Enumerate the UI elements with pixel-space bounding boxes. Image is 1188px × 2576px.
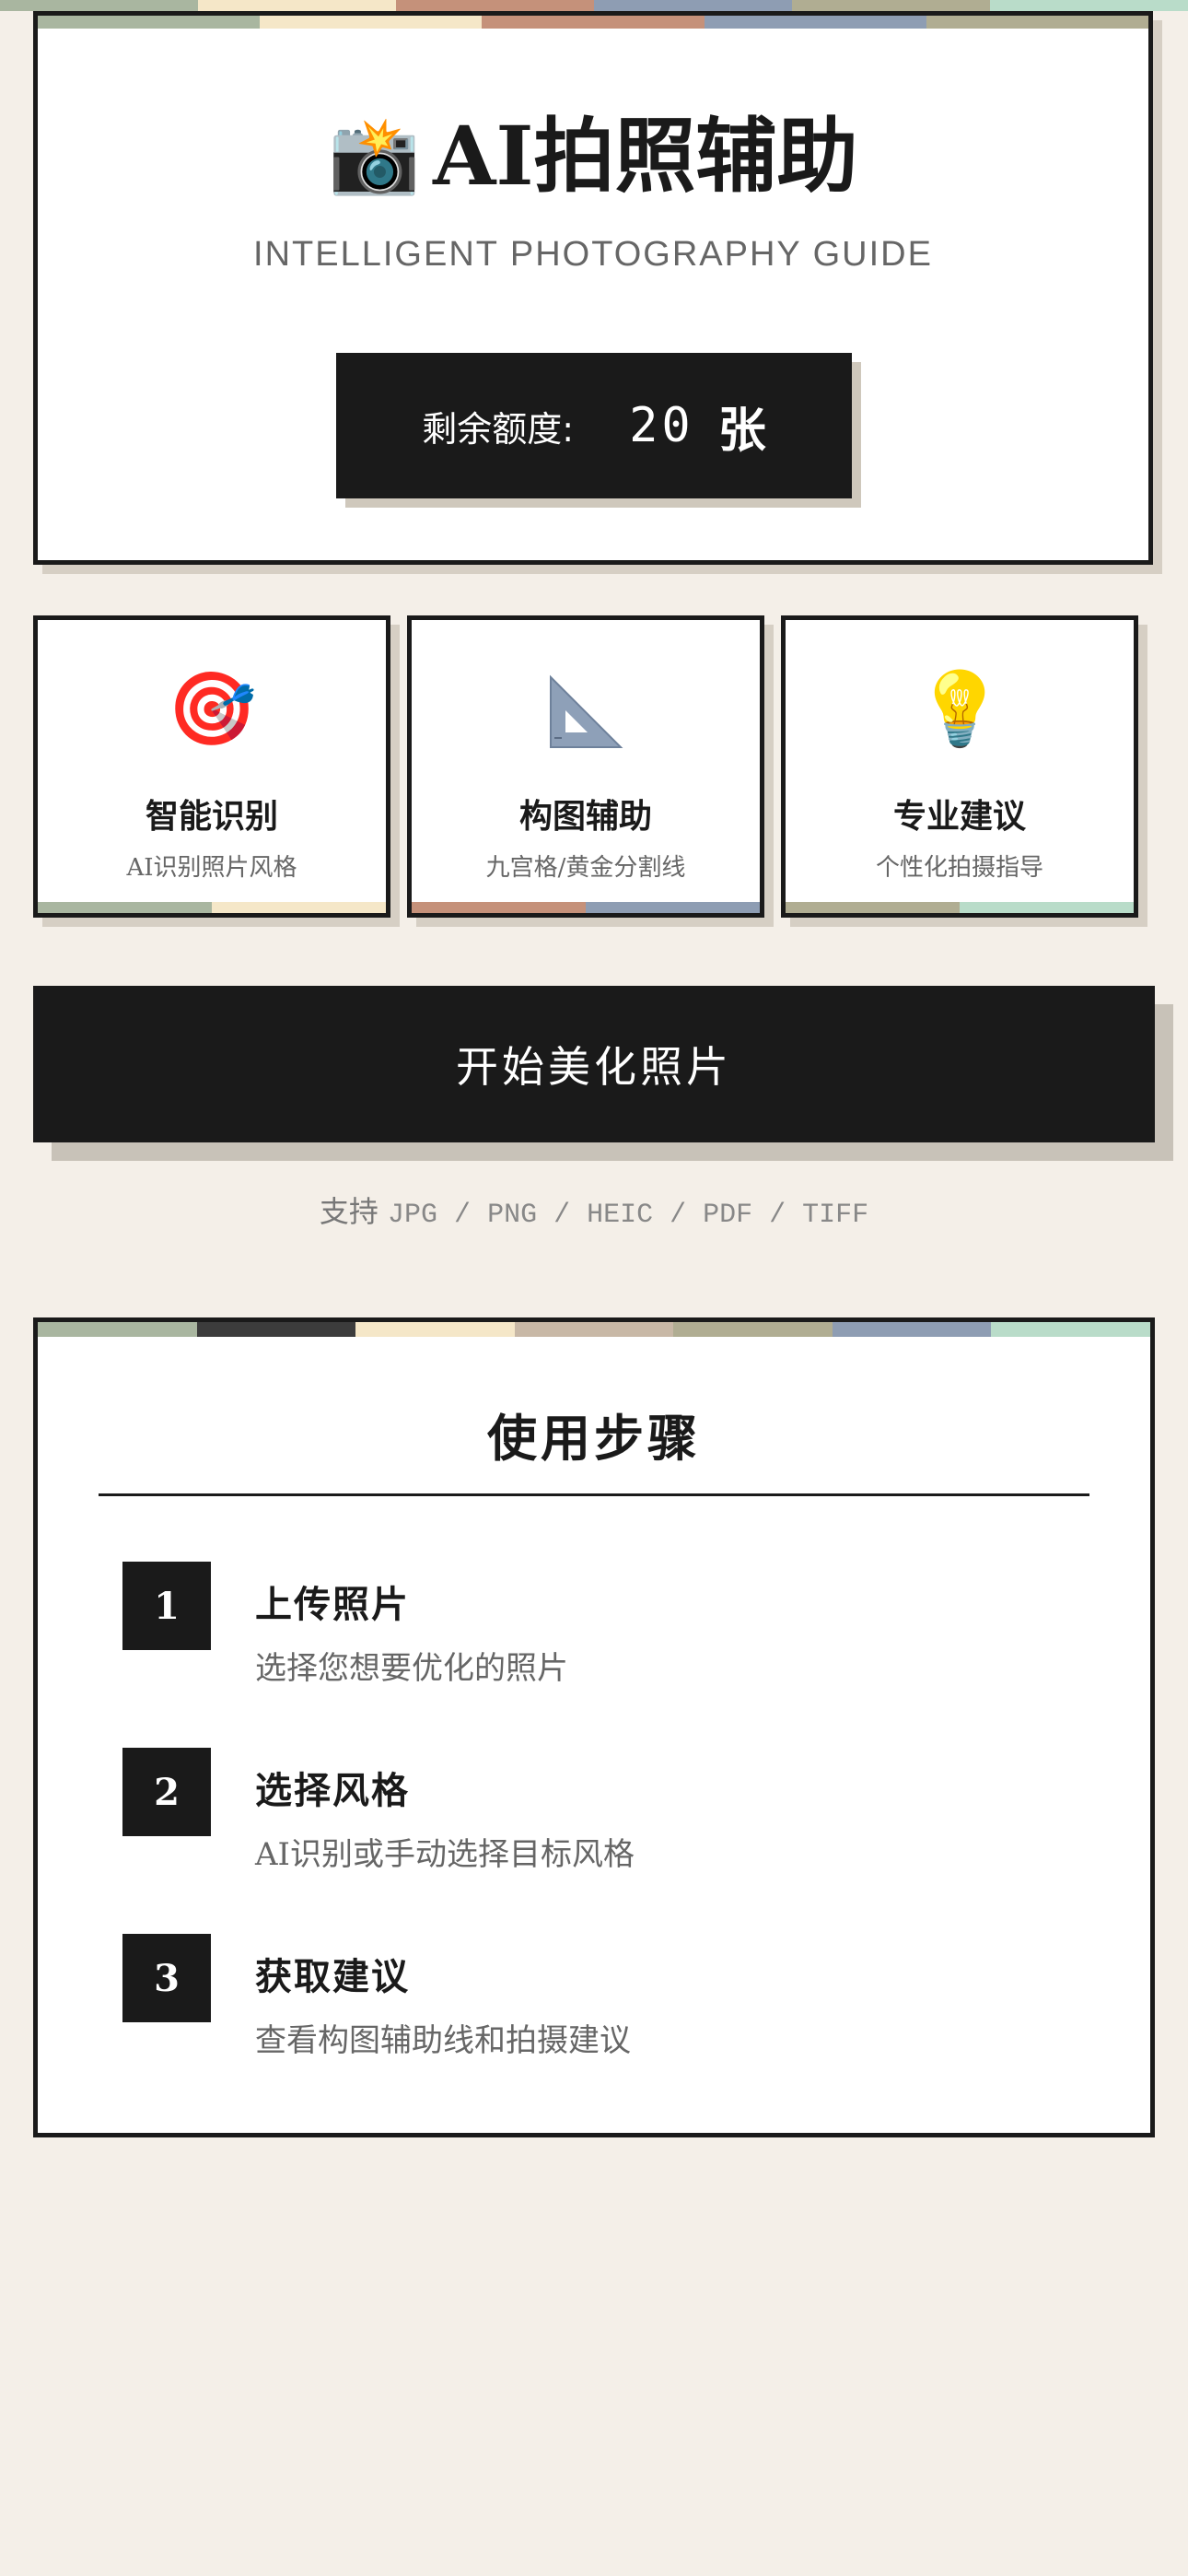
quota-unit: 张 [717, 403, 766, 459]
feature-card-pro-advice: 💡 专业建议 个性化拍摄指导 [781, 615, 1138, 918]
triangle-ruler-icon [412, 673, 760, 763]
step-title: 选择风格 [255, 1770, 410, 1812]
feature-card-composition: 构图辅助 九宫格/黄金分割线 [407, 615, 764, 918]
step-item: 1 上传照片 选择您想要优化的照片 [122, 1562, 1043, 1709]
feature-title: 专业建议 [892, 798, 1026, 836]
quota-label: 剩余额度: [422, 408, 575, 450]
quota-value: 20 [629, 398, 694, 453]
step-desc: AI识别或手动选择目标风格 [255, 1836, 635, 1873]
feature-title: 构图辅助 [518, 798, 652, 836]
format-list: JPG / PNG / HEIC / PDF / TIFF [388, 1200, 869, 1231]
light-bulb-icon: 💡 [914, 668, 1005, 751]
support-label: 支持 [319, 1194, 379, 1229]
feature-desc: AI识别照片风格 [126, 854, 297, 882]
step-desc: 选择您想要优化的照片 [255, 1650, 568, 1687]
divider [99, 1493, 1089, 1496]
start-beautify-button[interactable]: 开始美化照片 [33, 986, 1155, 1142]
step-title: 获取建议 [255, 1956, 410, 1998]
hero-color-stripe [38, 16, 1149, 29]
step-title: 上传照片 [255, 1584, 410, 1626]
app-subtitle: INTELLIGENT PHOTOGRAPHY GUIDE [253, 235, 933, 274]
feature-card-smart-recognition: 🎯 智能识别 AI识别照片风格 [33, 615, 390, 918]
step-item: 2 选择风格 AI识别或手动选择目标风格 [122, 1748, 1043, 1895]
page-title: 📸 AI拍照辅助 [38, 115, 1148, 196]
camera-flash-icon: 📸 [328, 111, 421, 198]
supported-formats: 支持 JPG / PNG / HEIC / PDF / TIFF [0, 1188, 1188, 1231]
step-number: 2 [122, 1748, 211, 1836]
step-number: 3 [122, 1934, 211, 2022]
steps-title: 使用步骤 [487, 1410, 701, 1468]
feature-color-stripe [786, 902, 1134, 913]
feature-title: 智能识别 [145, 798, 278, 836]
feature-color-stripe [412, 902, 760, 913]
step-number: 1 [122, 1562, 211, 1650]
step-item: 3 获取建议 查看构图辅助线和拍摄建议 [122, 1934, 1043, 2081]
usage-steps-card: 使用步骤 1 上传照片 选择您想要优化的照片 2 选择风格 AI识别或手动选择目… [33, 1317, 1155, 2137]
feature-color-stripe [38, 902, 386, 913]
top-color-stripe [0, 0, 1188, 11]
feature-desc: 个性化拍摄指导 [875, 854, 1043, 882]
hero-card: 📸 AI拍照辅助 INTELLIGENT PHOTOGRAPHY GUIDE 剩余… [33, 11, 1153, 565]
steps-color-stripe [38, 1322, 1151, 1337]
step-desc: 查看构图辅助线和拍摄建议 [255, 2022, 631, 2059]
feature-desc: 九宫格/黄金分割线 [485, 854, 686, 882]
app-title: AI拍照辅助 [433, 108, 858, 204]
quota-panel: 剩余额度: 20 张 [336, 353, 852, 498]
dart-target-icon: 🎯 [167, 668, 257, 751]
